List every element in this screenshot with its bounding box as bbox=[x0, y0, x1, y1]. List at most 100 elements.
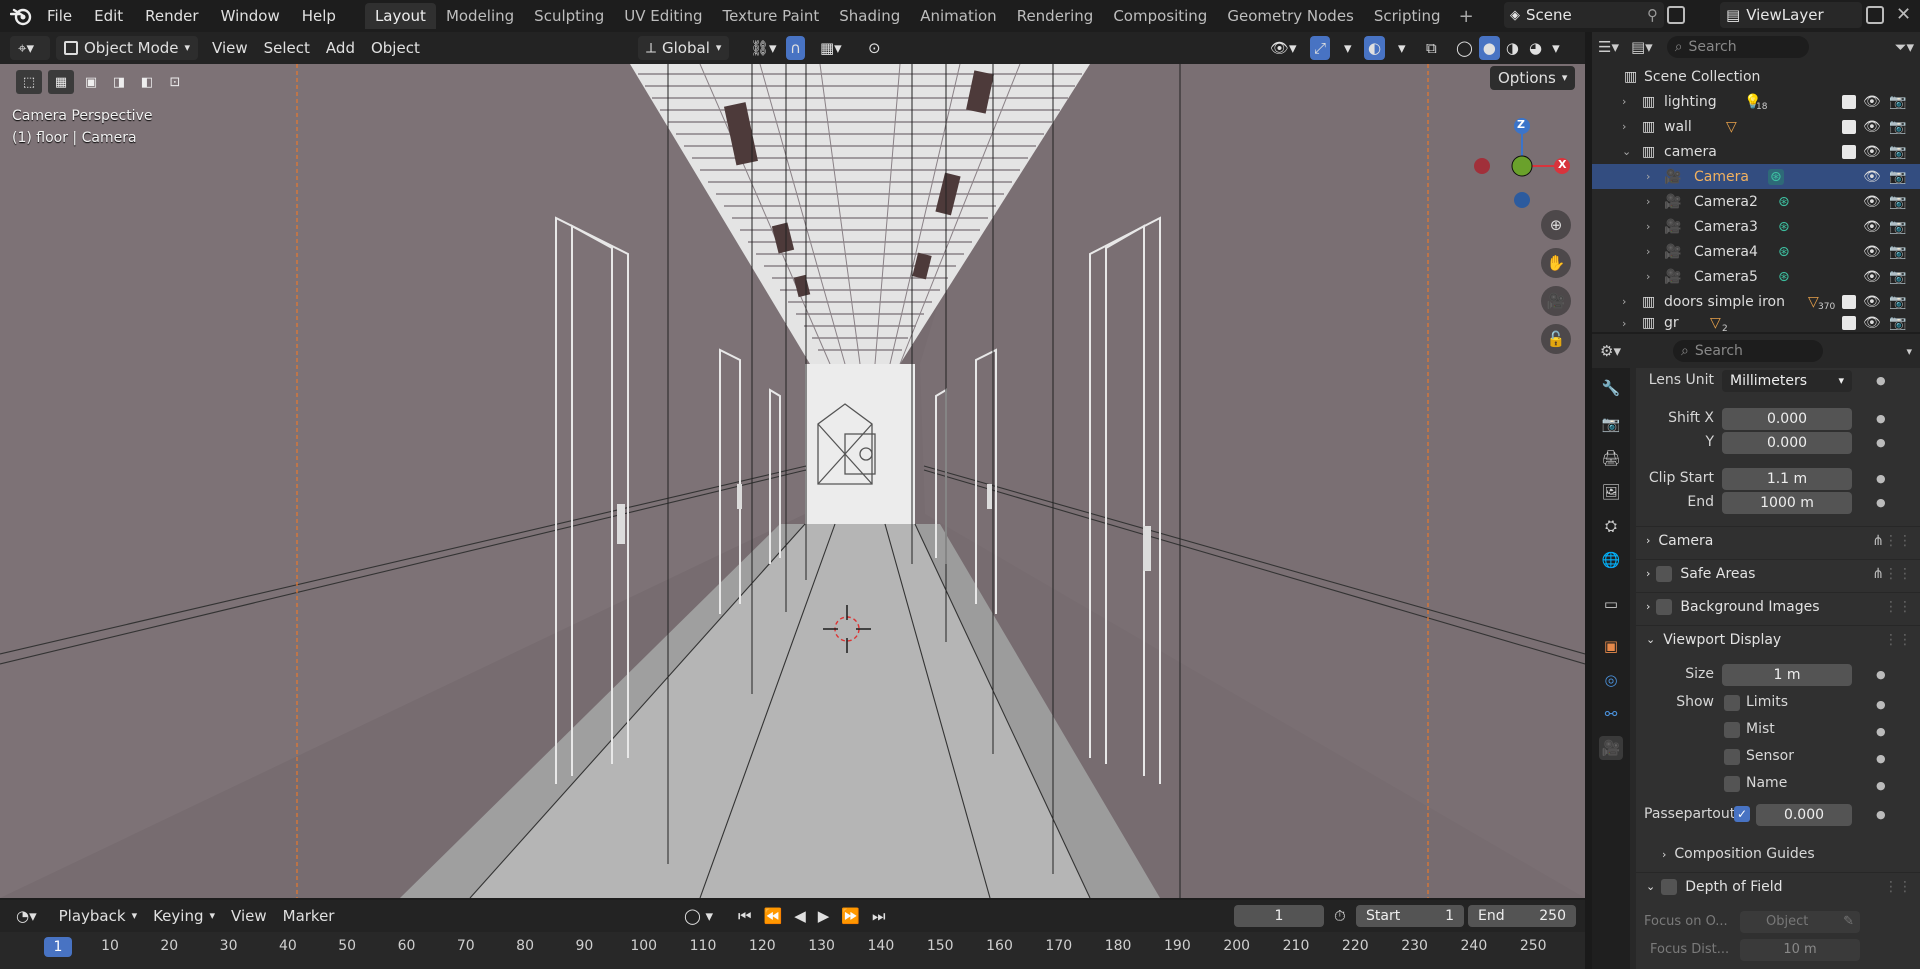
current-frame-indicator[interactable]: 1 bbox=[44, 937, 72, 957]
collapse-icon[interactable]: ⌄ bbox=[1622, 145, 1631, 158]
xray-icon[interactable]: ⧉ bbox=[1418, 36, 1445, 60]
gizmo-toggle-icon[interactable]: ⤢ bbox=[1310, 36, 1331, 60]
outliner-row-camera5[interactable]: › 🎥 Camera5 ⊛ 👁 📷 bbox=[1592, 264, 1920, 289]
eye-icon[interactable]: 👁 bbox=[1863, 219, 1881, 235]
menu-object[interactable]: Object bbox=[363, 36, 428, 60]
material-shading-icon[interactable]: ◑ bbox=[1502, 36, 1523, 60]
remove-view-layer-icon[interactable]: ✕ bbox=[1896, 4, 1911, 25]
jump-end-icon[interactable]: ⏭ bbox=[868, 904, 890, 928]
physics-tab-icon[interactable]: ◎ bbox=[1599, 668, 1623, 692]
eye-icon[interactable]: 👁 bbox=[1863, 315, 1881, 331]
prev-keyframe-icon[interactable]: ⏪ bbox=[760, 904, 787, 928]
render-camera-icon[interactable]: 📷 bbox=[1889, 315, 1906, 331]
snap-toggle-icon[interactable]: ∩ bbox=[786, 36, 805, 60]
viewport-display-panel-header[interactable]: ⌄ Viewport Display ⋮⋮ bbox=[1636, 625, 1920, 653]
wireframe-shading-icon[interactable]: ◯ bbox=[1452, 36, 1477, 60]
properties-search[interactable]: ⌕ Search bbox=[1672, 340, 1823, 362]
mist-checkbox[interactable] bbox=[1724, 722, 1740, 738]
timeline-view-menu[interactable]: View bbox=[223, 904, 275, 928]
eye-icon[interactable]: 👁 bbox=[1863, 169, 1881, 185]
drag-handle-icon[interactable]: ⋮⋮ bbox=[1884, 632, 1912, 648]
tab-sculpting[interactable]: Sculpting bbox=[524, 3, 614, 29]
expand-icon[interactable]: › bbox=[1622, 120, 1626, 133]
outliner-row-camera2[interactable]: › 🎥 Camera2 ⊛ 👁 📷 bbox=[1592, 189, 1920, 214]
rendered-shading-icon[interactable]: ◕ bbox=[1525, 36, 1546, 60]
playback-menu[interactable]: Playback ▾ bbox=[51, 904, 145, 928]
options-button[interactable]: Options ▾ bbox=[1490, 66, 1576, 90]
mode-selector[interactable]: Object Mode ▾ bbox=[56, 36, 199, 60]
outliner-row-camera3[interactable]: › 🎥 Camera3 ⊛ 👁 📷 bbox=[1592, 214, 1920, 239]
pan-hand-icon[interactable]: ✋ bbox=[1541, 248, 1571, 278]
select-box-icon[interactable]: ▦ bbox=[48, 70, 74, 94]
exclude-checkbox[interactable] bbox=[1842, 144, 1856, 159]
keyframe-dot-icon[interactable]: ● bbox=[1876, 668, 1886, 681]
render-camera-icon[interactable]: 📷 bbox=[1889, 219, 1906, 235]
eyedropper-icon[interactable]: ✎ bbox=[1843, 911, 1854, 933]
expand-icon[interactable]: › bbox=[1622, 95, 1626, 108]
render-camera-icon[interactable]: 📷 bbox=[1889, 94, 1906, 110]
drag-handle-icon[interactable]: ⋮⋮ bbox=[1884, 599, 1912, 615]
drag-handle-icon[interactable]: ⋮⋮ bbox=[1884, 566, 1912, 582]
expand-icon[interactable]: › bbox=[1646, 195, 1650, 208]
overlays-menu-icon[interactable]: ▾ bbox=[1390, 36, 1414, 60]
camera-data-tab-icon[interactable]: 🎥 bbox=[1599, 736, 1623, 760]
snap-target-icon[interactable]: ▦▾ bbox=[812, 36, 850, 60]
auto-keying-icon[interactable]: ◯ ▾ bbox=[676, 904, 721, 928]
blender-logo-icon[interactable] bbox=[6, 1, 36, 31]
safe-areas-panel-header[interactable]: › Safe Areas ⋔ ⋮⋮ bbox=[1636, 559, 1920, 587]
tool-tab-icon[interactable]: 🔧 bbox=[1599, 376, 1623, 400]
clip-start-field[interactable]: 1.1 m bbox=[1722, 468, 1852, 490]
render-camera-icon[interactable]: 📷 bbox=[1889, 144, 1906, 160]
play-reverse-icon[interactable]: ◀ bbox=[790, 904, 810, 928]
area-divider[interactable] bbox=[1585, 32, 1592, 969]
tab-shading[interactable]: Shading bbox=[829, 3, 910, 29]
3d-viewport[interactable]: Camera Perspective (1) floor | Camera ⬚ … bbox=[0, 64, 1585, 898]
outliner-scene-collection[interactable]: ▥ Scene Collection bbox=[1592, 64, 1920, 89]
expand-icon[interactable]: › bbox=[1646, 220, 1650, 233]
menu-render[interactable]: Render bbox=[134, 3, 209, 29]
select-tool-icon[interactable]: ⬚ bbox=[16, 70, 42, 94]
expand-icon[interactable]: › bbox=[1622, 317, 1626, 330]
keyframe-dot-icon[interactable]: ● bbox=[1876, 808, 1886, 821]
view-layer-tab-icon[interactable]: 🖼 bbox=[1599, 480, 1623, 504]
keyframe-dot-icon[interactable]: ● bbox=[1876, 725, 1886, 738]
sensor-checkbox[interactable] bbox=[1724, 749, 1740, 765]
tab-animation[interactable]: Animation bbox=[910, 3, 1006, 29]
menu-view[interactable]: View bbox=[204, 36, 256, 60]
view-layer-selector[interactable]: ▤ ViewLayer bbox=[1720, 2, 1862, 28]
play-icon[interactable]: ▶ bbox=[814, 904, 834, 928]
start-frame-field[interactable]: Start 1 bbox=[1356, 905, 1464, 927]
tab-modeling[interactable]: Modeling bbox=[436, 3, 524, 29]
zoom-icon[interactable]: ⊕ bbox=[1541, 210, 1571, 240]
pin-icon[interactable]: ⚲ bbox=[1647, 6, 1658, 24]
drag-handle-icon[interactable]: ⋮⋮ bbox=[1884, 879, 1912, 895]
outliner-row-gr[interactable]: › ▥ gr ▽ 2 👁 📷 bbox=[1592, 314, 1920, 332]
eye-icon[interactable]: 👁 bbox=[1863, 144, 1881, 160]
keyframe-dot-icon[interactable]: ● bbox=[1876, 752, 1886, 765]
transform-orientation-selector[interactable]: ⟂ Global ▾ bbox=[638, 36, 730, 60]
select-intersect-icon[interactable]: ⊡ bbox=[164, 70, 186, 94]
solid-shading-icon[interactable]: ● bbox=[1478, 36, 1500, 60]
timeline-editor-icon[interactable]: ◔▾ bbox=[8, 904, 45, 928]
tab-texture-paint[interactable]: Texture Paint bbox=[712, 3, 829, 29]
tab-rendering[interactable]: Rendering bbox=[1007, 3, 1104, 29]
passepartout-field[interactable]: 0.000 bbox=[1756, 804, 1852, 826]
shift-y-field[interactable]: 0.000 bbox=[1722, 432, 1852, 454]
background-images-panel-header[interactable]: › Background Images ⋮⋮ bbox=[1636, 592, 1920, 620]
keyframe-dot-icon[interactable]: ● bbox=[1876, 698, 1886, 711]
constraints-tab-icon[interactable]: ⚯ bbox=[1599, 702, 1623, 726]
tab-compositing[interactable]: Compositing bbox=[1103, 3, 1217, 29]
keyframe-dot-icon[interactable]: ● bbox=[1876, 472, 1886, 485]
presets-icon[interactable]: ⋔ bbox=[1872, 566, 1884, 582]
size-field[interactable]: 1 m bbox=[1722, 664, 1852, 686]
scene-selector[interactable]: ◈ Scene ⚲ bbox=[1504, 2, 1664, 28]
outliner-row-doors[interactable]: › ▥ doors simple iron ▽ 370 👁 📷 bbox=[1592, 289, 1920, 314]
passepartout-checkbox[interactable]: ✓ bbox=[1734, 806, 1750, 822]
object-tab-icon[interactable]: ▣ bbox=[1599, 634, 1623, 658]
gizmo-menu-icon[interactable]: ▾ bbox=[1336, 36, 1360, 60]
eye-icon[interactable]: 👁 bbox=[1863, 94, 1881, 110]
display-mode-icon[interactable]: ▤▾ bbox=[1631, 38, 1653, 56]
menu-edit[interactable]: Edit bbox=[83, 3, 134, 29]
tab-uv-editing[interactable]: UV Editing bbox=[614, 3, 712, 29]
render-camera-icon[interactable]: 📷 bbox=[1889, 194, 1906, 210]
